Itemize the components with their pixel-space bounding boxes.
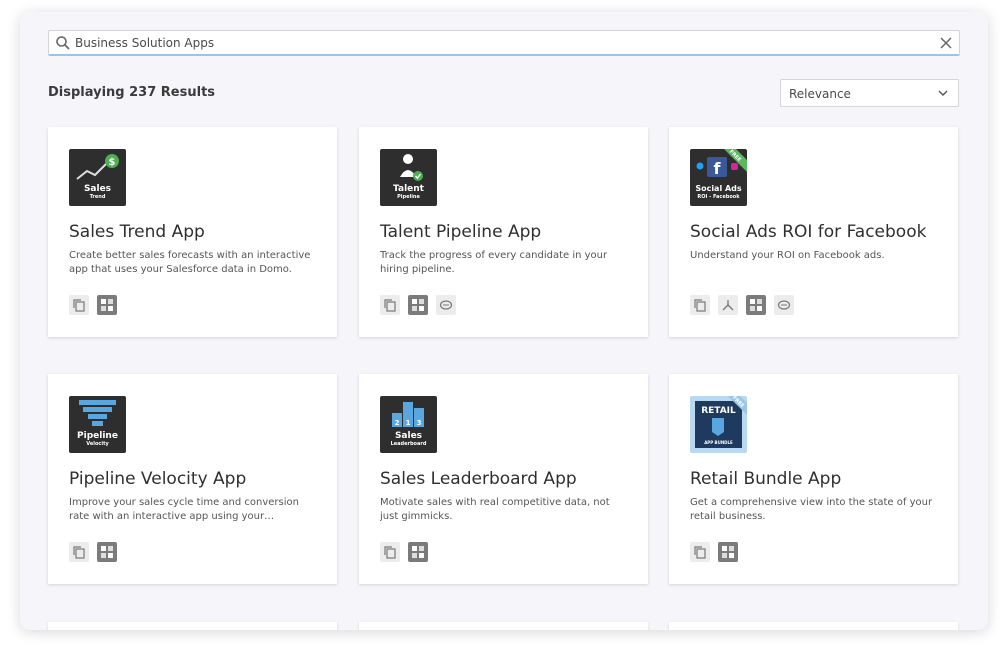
app-icon bbox=[408, 542, 428, 562]
talent-pipeline-thumbnail: Talent Pipeline bbox=[380, 149, 437, 206]
card-title: Sales Leaderboard App bbox=[380, 469, 577, 489]
sales-trend-thumbnail: $ Sales Trend bbox=[69, 149, 126, 206]
app-icon bbox=[97, 542, 117, 562]
app-icon bbox=[97, 295, 117, 315]
card-title: Social Ads ROI for Facebook bbox=[690, 222, 927, 242]
card-description: Track the progress of every candidate in… bbox=[380, 250, 608, 275]
card-description: Understand your ROI on Facebook ads. bbox=[690, 250, 885, 261]
sort-dropdown[interactable]: Relevance bbox=[780, 79, 959, 107]
sort-selected-value: Relevance bbox=[789, 87, 851, 101]
search-bar[interactable]: Business Solution Apps bbox=[48, 30, 960, 56]
copy-icon bbox=[69, 542, 89, 562]
chat-icon bbox=[436, 295, 456, 315]
search-icon bbox=[56, 36, 70, 50]
app-card-social-ads-roi[interactable]: f FREE Social Ads ROI - Facebook Social … bbox=[669, 127, 958, 337]
app-icon bbox=[718, 542, 738, 562]
card-title: Pipeline Velocity App bbox=[69, 469, 247, 489]
copy-icon bbox=[69, 295, 89, 315]
chevron-down-icon bbox=[938, 90, 948, 96]
copy-icon bbox=[690, 295, 710, 315]
card-title: Talent Pipeline App bbox=[380, 222, 542, 242]
pipeline-velocity-thumbnail: Pipeline Velocity bbox=[69, 396, 126, 453]
svg-text:1: 1 bbox=[406, 419, 411, 427]
app-card-pipeline-velocity[interactable]: Pipeline Velocity Pipeline Velocity App … bbox=[48, 374, 337, 584]
sales-leaderboard-thumbnail: 2 1 3 Sales Leaderboard bbox=[380, 396, 437, 453]
retail-bundle-thumbnail: FREE RETAIL APP BUNDLE bbox=[690, 396, 747, 453]
copy-icon bbox=[380, 542, 400, 562]
svg-text:f: f bbox=[714, 159, 722, 178]
search-input[interactable]: Business Solution Apps bbox=[75, 36, 214, 50]
card-description: Improve your sales cycle time and conver… bbox=[69, 497, 299, 522]
card-description: Create better sales forecasts with an in… bbox=[69, 250, 311, 275]
card-description: Get a comprehensive view into the state … bbox=[690, 497, 933, 522]
app-card-sales-leaderboard[interactable]: 2 1 3 Sales Leaderboard Sales Leaderboar… bbox=[359, 374, 648, 584]
results-count: Displaying 237 Results bbox=[48, 85, 216, 100]
app-frame: Business Solution Apps Displaying 237 Re… bbox=[20, 12, 988, 630]
connector-icon bbox=[718, 295, 738, 315]
app-card-talent-pipeline[interactable]: Talent Pipeline Talent Pipeline App Trac… bbox=[359, 127, 648, 337]
copy-icon bbox=[380, 295, 400, 315]
app-card-partial[interactable] bbox=[669, 622, 958, 630]
app-card-partial[interactable] bbox=[48, 622, 337, 630]
app-icon bbox=[746, 295, 766, 315]
app-card-retail-bundle[interactable]: FREE RETAIL APP BUNDLE Retail Bundle App… bbox=[669, 374, 958, 584]
card-title: Retail Bundle App bbox=[690, 469, 842, 489]
svg-text:$: $ bbox=[109, 157, 116, 168]
close-icon[interactable] bbox=[939, 36, 953, 50]
card-title: Sales Trend App bbox=[69, 222, 205, 242]
social-ads-thumbnail: f FREE Social Ads ROI - Facebook bbox=[690, 149, 747, 206]
chat-icon bbox=[774, 295, 794, 315]
copy-icon bbox=[690, 542, 710, 562]
svg-text:3: 3 bbox=[417, 419, 422, 427]
card-description: Motivate sales with real competitive dat… bbox=[380, 497, 610, 522]
svg-text:2: 2 bbox=[395, 419, 400, 427]
app-icon bbox=[408, 295, 428, 315]
app-card-sales-trend[interactable]: $ Sales Trend Sales Trend App Create bet… bbox=[48, 127, 337, 337]
app-card-partial[interactable] bbox=[359, 622, 648, 630]
